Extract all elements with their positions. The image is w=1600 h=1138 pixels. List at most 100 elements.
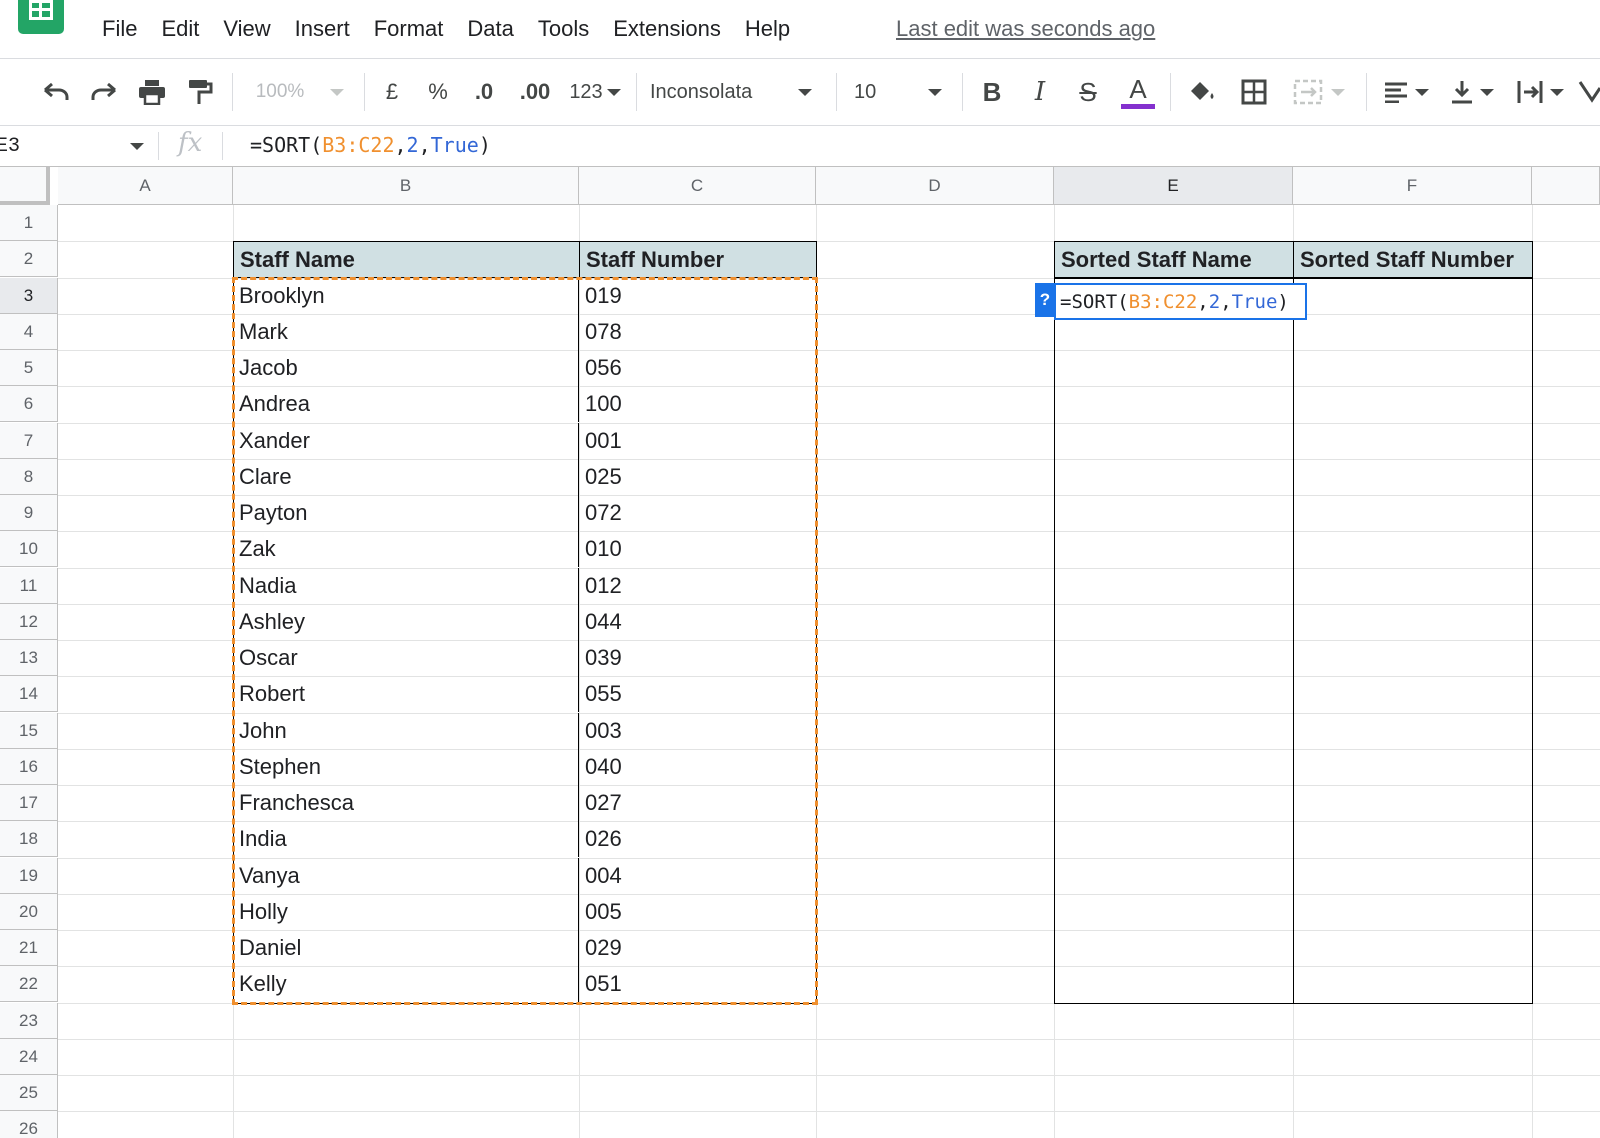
redo-icon[interactable] [84,59,124,125]
strikethrough-glyph: S [1079,76,1097,107]
fx-icon: fx [178,128,203,158]
percent-format-button[interactable]: % [420,59,456,125]
menu-edit[interactable]: Edit [149,14,211,50]
editor-prefix: =SORT( [1060,290,1129,313]
row-header-19[interactable]: 19 [0,858,58,894]
font-family-select[interactable]: Inconsolata [650,59,826,125]
print-icon[interactable] [132,59,172,125]
text-color-glyph: A [1129,73,1147,104]
gridline [58,1111,1600,1112]
column-header-a[interactable]: A [58,167,233,205]
row-header-4[interactable]: 4 [0,314,58,350]
formula-help-icon[interactable]: ? [1035,283,1055,317]
column-header-c[interactable]: C [579,167,816,205]
header-sorted-staff-name[interactable]: Sorted Staff Name [1054,241,1294,278]
menu-format[interactable]: Format [362,14,456,50]
row-header-16[interactable]: 16 [0,749,58,785]
zoom-select[interactable]: 100% [248,59,352,125]
menu-file[interactable]: File [90,14,149,50]
vertical-align-icon[interactable] [1444,59,1500,125]
editor-range: B3:C22 [1128,290,1198,313]
column-header-b[interactable]: B [233,167,579,205]
increase-decimal-button[interactable]: .00 [512,59,558,125]
increase-decimal-glyph: .00 [519,79,551,104]
row-header-26[interactable]: 26 [0,1111,58,1138]
horizontal-align-icon[interactable] [1378,59,1434,125]
name-box[interactable]: E3 [0,126,155,166]
row-header-17[interactable]: 17 [0,785,58,821]
formula-column-arg: 2 [406,133,419,157]
menu-view[interactable]: View [211,14,282,50]
row-header-5[interactable]: 5 [0,350,58,386]
row-header-21[interactable]: 21 [0,930,58,966]
formula-range: B3:C22 [322,133,395,157]
row-header-9[interactable]: 9 [0,495,58,531]
toolbar: 100% £ % .0 .00 123 Inconsolata 10 B I S… [0,59,1600,125]
column-header-f[interactable]: F [1293,167,1532,205]
menu-data[interactable]: Data [455,14,525,50]
header-sorted-staff-number[interactable]: Sorted Staff Number [1293,241,1533,278]
formula-sep: , [394,133,407,157]
last-edit-link[interactable]: Last edit was seconds ago [896,16,1155,42]
row-header-14[interactable]: 14 [0,676,58,712]
row-header-22[interactable]: 22 [0,966,58,1002]
font-size-select[interactable]: 10 [854,59,954,125]
decrease-decimal-button[interactable]: .0 [464,59,504,125]
row-header-10[interactable]: 10 [0,531,58,567]
row-header-20[interactable]: 20 [0,894,58,930]
text-wrap-icon[interactable] [1510,59,1570,125]
merge-cells-icon[interactable] [1284,59,1354,125]
column-header-d[interactable]: D [816,167,1054,205]
fill-color-icon[interactable] [1182,59,1222,125]
row-header-3[interactable]: 3 [0,278,58,314]
row-header-24[interactable]: 24 [0,1039,58,1075]
paint-format-icon[interactable] [180,59,220,125]
formula-suffix: ) [478,133,491,157]
row-header-2[interactable]: 2 [0,241,58,277]
column-header-e[interactable]: E [1054,167,1293,205]
row-header-12[interactable]: 12 [0,604,58,640]
row-header-13[interactable]: 13 [0,640,58,676]
sorted-name-range[interactable] [1054,278,1294,1004]
font-family-value: Inconsolata [650,80,753,103]
borders-icon[interactable] [1234,59,1274,125]
formula-prefix: =SORT( [250,133,323,157]
column-header-overflow[interactable] [1532,167,1600,205]
menu-insert[interactable]: Insert [283,14,362,50]
cell-editor[interactable]: =SORT(B3:C22, 2, True) [1054,283,1307,320]
row-header-11[interactable]: 11 [0,568,58,604]
decrease-decimal-glyph: .0 [474,79,494,104]
text-color-button[interactable]: A [1118,59,1158,125]
percent-glyph: % [428,79,448,104]
select-all-corner[interactable] [0,167,50,205]
row-header-7[interactable]: 7 [0,423,58,459]
row-header-23[interactable]: 23 [0,1003,58,1039]
row-header-8[interactable]: 8 [0,459,58,495]
bold-button[interactable]: B [974,59,1010,125]
more-formats-button[interactable]: 123 [566,59,624,125]
spreadsheet-app: File Edit View Insert Format Data Tools … [0,0,1600,1138]
font-size-value: 10 [854,80,877,103]
row-header-18[interactable]: 18 [0,821,58,857]
sheets-logo-icon[interactable] [18,0,64,34]
undo-icon[interactable] [36,59,76,125]
currency-format-button[interactable]: £ [374,59,410,125]
row-header-15[interactable]: 15 [0,713,58,749]
name-box-value: E3 [0,134,21,158]
menu-help[interactable]: Help [733,14,802,50]
row-header-6[interactable]: 6 [0,386,58,422]
strikethrough-button[interactable]: S [1070,59,1106,125]
italic-button[interactable]: I [1022,59,1058,125]
menu-extensions[interactable]: Extensions [601,14,733,50]
editor-ascending-arg: True [1231,290,1278,313]
sorted-number-range[interactable] [1293,278,1533,1004]
row-header-25[interactable]: 25 [0,1075,58,1111]
formula-input[interactable]: =SORT(B3:C22,2,True) [250,133,491,157]
bold-glyph: B [982,76,1002,107]
menu-tools[interactable]: Tools [526,14,601,50]
more-formats-glyph: 123 [569,80,603,103]
row-header-1[interactable]: 1 [0,205,58,241]
text-rotation-icon[interactable] [1578,59,1600,125]
italic-glyph: I [1034,77,1046,107]
formula-ascending-arg: True [430,133,479,157]
